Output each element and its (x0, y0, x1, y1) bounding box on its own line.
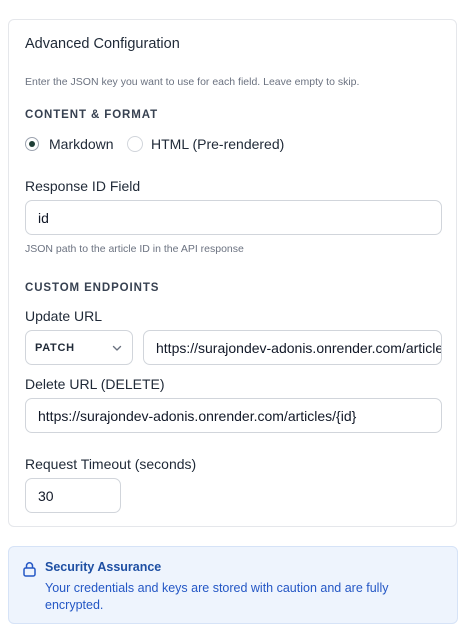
security-title: Security Assurance (45, 560, 162, 574)
format-option-html[interactable]: HTML (Pre-rendered) (127, 136, 284, 152)
update-method-select[interactable]: PATCH (25, 330, 133, 365)
lock-icon (23, 562, 36, 577)
update-method-value: PATCH (35, 341, 75, 354)
delete-url-label: Delete URL (DELETE) (25, 376, 165, 392)
config-hint: Enter the JSON key you want to use for e… (25, 76, 360, 88)
card-title: Advanced Configuration (25, 36, 180, 52)
radio-markdown-label: Markdown (49, 136, 114, 152)
advanced-configuration-card: Advanced Configuration Enter the JSON ke… (8, 19, 457, 527)
section-content-format: CONTENT & FORMAT (25, 109, 159, 121)
format-option-markdown[interactable]: Markdown (25, 136, 114, 152)
radio-html-label: HTML (Pre-rendered) (151, 136, 285, 152)
response-id-input[interactable]: id (25, 200, 442, 235)
timeout-input[interactable]: 30 (25, 478, 121, 513)
security-assurance-box: Security Assurance Your credentials and … (8, 546, 458, 624)
update-url-label: Update URL (25, 308, 103, 324)
radio-html[interactable] (127, 136, 143, 152)
delete-url-input[interactable]: https://surajondev-adonis.onrender.com/a… (25, 398, 442, 433)
section-custom-endpoints: CUSTOM ENDPOINTS (25, 282, 160, 294)
radio-markdown[interactable] (25, 137, 39, 151)
security-text: Your credentials and keys are stored wit… (45, 581, 389, 612)
response-id-help: JSON path to the article ID in the API r… (25, 243, 244, 255)
chevron-down-icon (112, 345, 122, 351)
timeout-label: Request Timeout (seconds) (25, 456, 197, 472)
response-id-label: Response ID Field (25, 178, 141, 194)
radio-selected-dot (29, 141, 35, 147)
update-url-input[interactable]: https://surajondev-adonis.onrender.com/a… (143, 330, 442, 365)
